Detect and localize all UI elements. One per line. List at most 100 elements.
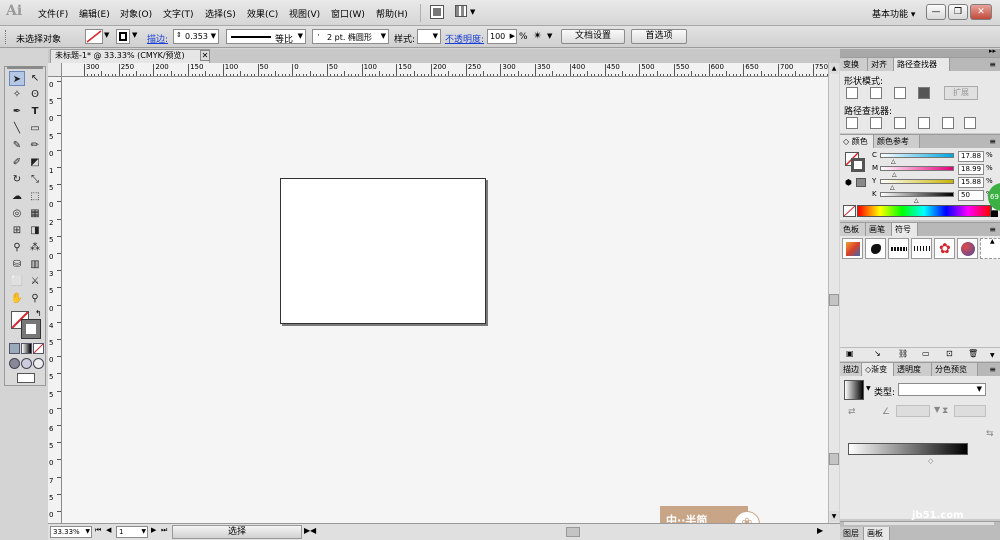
artboard-tool-icon[interactable]: ⬜ [9,274,25,289]
lasso-icon[interactable]: ʘ [27,87,43,102]
black-slider-thumb[interactable]: △ [914,197,919,204]
unite-icon[interactable] [846,87,858,99]
recolor-icon[interactable]: ✴ ▼ [533,29,555,44]
canvas[interactable]: 中··半简 ❀ [62,77,828,537]
reverse-gradient-icon[interactable]: ⇆ [986,429,994,439]
close-button[interactable]: ✕ [970,4,992,20]
break-link-icon[interactable]: ⛓ [898,349,908,358]
swap-colors-icon[interactable]: ↰ [35,309,42,318]
free-transform-icon[interactable]: ⬚ [27,189,43,204]
rotate-tool-icon[interactable]: ↻ [9,172,25,187]
vertical-ruler[interactable]: 0 5 0 5 0 1 5 0 2 5 0 3 5 0 4 5 0 5 5 0 6 5 0 7 5 0 [48,77,62,523]
magenta-slider-thumb[interactable]: △ [892,171,897,178]
tab-pathfinder[interactable]: 路径查找器 [894,58,950,71]
vertical-scrollbar[interactable]: ▲ ▼ [828,63,839,523]
none-mode-icon[interactable] [33,343,44,354]
trim-icon[interactable] [870,117,882,129]
symbol-grunge-2[interactable] [911,238,932,259]
tab-separations-preview[interactable]: 分色预览 [932,363,978,376]
stroke-weight-input[interactable]: ⇕ 0.353 ▼ [173,29,219,44]
blob-brush-icon[interactable]: ✐ [9,155,25,170]
ruler-origin[interactable] [48,63,62,77]
gradient-mode-icon[interactable] [21,343,32,354]
place-symbol-icon[interactable]: ↘ [874,349,881,358]
scroll-down-icon[interactable]: ▼ [829,511,839,522]
eraser-icon[interactable]: ◩ [27,155,43,170]
menu-type[interactable]: 文字(T) [163,7,194,20]
chevron-down-icon[interactable]: ▼ [977,385,982,393]
symbol-sprayer-icon[interactable]: ⛁ [9,257,25,272]
merge-icon[interactable] [894,117,906,129]
chevron-down-icon[interactable]: ▼ [85,527,90,537]
stepper-icon[interactable]: ⇕ [176,31,182,39]
chevron-right-icon[interactable]: ▶ [510,32,515,40]
prev-page-icon[interactable]: ◀ [106,526,111,534]
scale-tool-icon[interactable]: ⤡ [27,172,43,187]
gradient-type-select[interactable]: ▼ [898,383,986,396]
panel-menu-icon[interactable]: ≡ [989,365,996,374]
tab-color[interactable]: ◇ 颜色 [840,135,874,148]
eyedropper-icon[interactable]: ⚲ [9,240,25,255]
bridge-icon[interactable] [430,5,444,19]
selection-tool-icon[interactable]: ➤ [9,71,25,86]
gradient-preview-swatch[interactable] [844,380,864,400]
tab-color-guide[interactable]: 颜色参考 [874,135,920,148]
blend-tool-icon[interactable]: ⁂ [27,240,43,255]
chevron-down-icon[interactable]: ▼ [298,32,303,40]
draw-behind-icon[interactable] [21,358,32,369]
chevron-down-icon[interactable]: ▼ [866,385,871,392]
panel-menu-icon[interactable]: ≡ [989,60,996,69]
draw-inside-icon[interactable] [33,358,44,369]
chevron-down-icon[interactable]: ▼ [132,31,137,39]
graphic-style-select[interactable]: ▼ [417,29,441,44]
black-swatch[interactable] [991,211,998,217]
tab-artboards[interactable]: 画板 [864,527,890,540]
menu-help[interactable]: 帮助(H) [376,7,408,20]
tab-brushes[interactable]: 画笔 [866,223,892,236]
shape-builder-icon[interactable]: ◎ [9,206,25,221]
symbol-library-icon[interactable]: ▣ [846,349,854,358]
opacity-label-link[interactable]: 不透明度: [445,32,484,45]
tab-layers[interactable]: 图层 [840,527,864,540]
next-page-icon[interactable]: ▶ [151,526,156,534]
workspace-switcher[interactable]: 基本功能 ▾ [872,7,915,20]
menu-effect[interactable]: 效果(C) [247,7,278,20]
stroke-label-link[interactable]: 描边: [147,32,168,45]
minimize-button[interactable]: — [926,4,946,20]
aspect-ratio-input[interactable] [954,405,986,417]
minus-back-icon[interactable] [964,117,976,129]
symbol-grunge[interactable] [888,238,909,259]
symbol-sphere[interactable] [957,238,978,259]
scroll-up-icon[interactable]: ▲ [990,238,995,245]
opacity-input[interactable]: 100 ▶ [487,29,517,44]
color-spectrum-bar[interactable] [857,205,991,217]
symbol-options-icon[interactable]: ▭ [922,349,930,358]
paintbrush-icon[interactable]: ✎ [9,138,25,153]
tab-transparency[interactable]: 透明度 [894,363,932,376]
new-symbol-icon[interactable]: ⊡ [946,349,953,358]
document-tab[interactable]: 未标题-1* @ 33.33% (CMYK/预览) [50,49,210,63]
chevron-down-icon[interactable]: ▼ [934,405,940,414]
menu-edit[interactable]: 编辑(E) [79,7,110,20]
menu-view[interactable]: 视图(V) [289,7,320,20]
menu-object[interactable]: 对象(O) [120,7,152,20]
screen-mode-icon[interactable] [17,373,35,383]
stroke-color-box[interactable] [21,319,41,339]
fill-swatch[interactable] [85,29,103,44]
menu-window[interactable]: 窗口(W) [331,7,365,20]
exclude-icon[interactable] [918,87,930,99]
out-of-gamut-icon[interactable]: ⬢ [845,178,852,187]
document-setup-button[interactable]: 文档设置 [561,29,625,44]
hand-tool-icon[interactable]: ✋ [9,291,25,306]
arrange-documents-icon[interactable]: ▼ [455,5,477,19]
draw-normal-icon[interactable] [9,358,20,369]
horizontal-ruler[interactable]: 300 250 200 150 100 50 0 50 100 150 200 250 300 350 40… [62,63,828,77]
tab-gradient[interactable]: ◇渐变 [862,363,894,376]
bottom-scrollbar[interactable] [844,522,994,525]
gradient-tool-icon[interactable]: ◨ [27,223,43,238]
web-color-icon[interactable] [856,178,866,187]
artboard[interactable] [280,178,486,324]
symbol-splatter[interactable] [865,238,886,259]
symbol-flower[interactable]: ✿ [934,238,955,259]
current-tool-status[interactable]: 选择 [172,525,302,539]
